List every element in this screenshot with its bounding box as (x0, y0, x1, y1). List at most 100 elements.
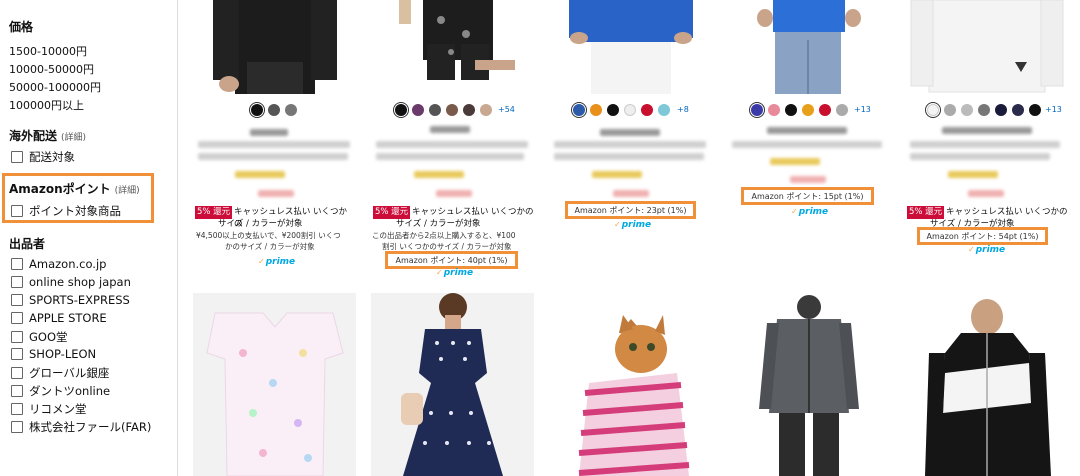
checkbox-icon[interactable] (11, 276, 23, 288)
color-swatch[interactable] (607, 104, 619, 116)
checkbox-icon[interactable] (11, 294, 23, 306)
checkbox-icon[interactable] (11, 312, 23, 324)
seller-checkbox[interactable]: APPLE STORE (11, 311, 107, 325)
amazon-points-detail-link[interactable]: (詳細) (115, 186, 140, 196)
cashless-promo: キャッシュレス払い いくつかの (412, 207, 534, 217)
price-range-4[interactable]: 100000円以上 (9, 97, 84, 113)
product-image[interactable] (727, 293, 890, 476)
more-colors-link[interactable]: +8 (677, 105, 689, 114)
checkbox-icon[interactable] (11, 385, 23, 397)
overseas-shipping-checkbox[interactable]: 配送対象 (11, 149, 75, 165)
checkbox-icon[interactable] (11, 367, 23, 379)
color-swatch[interactable] (573, 104, 585, 116)
product-image[interactable] (371, 0, 534, 94)
patterned-pants-image (399, 0, 515, 80)
checkbox-icon[interactable] (11, 205, 23, 217)
color-swatch[interactable] (995, 104, 1007, 116)
color-swatch[interactable] (641, 104, 653, 116)
seller-checkbox[interactable]: SPORTS-EXPRESS (11, 293, 130, 307)
seller-filter-title: 出品者 (9, 237, 46, 251)
overseas-detail-link[interactable]: (詳細) (61, 133, 86, 143)
color-swatches: +13 (927, 104, 1062, 118)
color-swatch[interactable] (751, 104, 763, 116)
color-swatch[interactable] (590, 104, 602, 116)
checkbox-icon[interactable] (11, 403, 23, 415)
points-eligible-checkbox[interactable]: ポイント対象商品 (11, 203, 121, 219)
price-blurred (613, 190, 649, 197)
color-swatches (251, 104, 311, 118)
color-swatch[interactable] (412, 104, 424, 116)
product-image[interactable] (905, 0, 1068, 94)
color-swatch[interactable] (785, 104, 797, 116)
color-swatch[interactable] (480, 104, 492, 116)
checkbox-icon[interactable] (11, 348, 23, 360)
color-swatch[interactable] (446, 104, 458, 116)
color-swatch[interactable] (836, 104, 848, 116)
seller-checkbox[interactable]: GOO堂 (11, 329, 68, 345)
seller-checkbox[interactable]: online shop japan (11, 275, 131, 289)
color-swatch[interactable] (429, 104, 441, 116)
color-swatch[interactable] (978, 104, 990, 116)
color-swatch[interactable] (768, 104, 780, 116)
price-range-2[interactable]: 10000-50000円 (9, 61, 94, 77)
seller-checkbox[interactable]: SHOP-LEON (11, 347, 96, 361)
product-image[interactable] (549, 0, 712, 94)
seller-checkbox[interactable]: Amazon.co.jp (11, 257, 106, 271)
checkbox-icon[interactable] (11, 421, 23, 433)
checkbox-icon[interactable] (11, 258, 23, 270)
brand-name-blurred (942, 127, 1032, 134)
product-title-blurred (376, 141, 528, 148)
seller-checkbox[interactable]: ダントツonline (11, 383, 110, 399)
color-swatch[interactable] (1012, 104, 1024, 116)
color-swatch[interactable] (251, 104, 263, 116)
price-range-3[interactable]: 50000-100000円 (9, 79, 101, 95)
brand-name-blurred (250, 129, 288, 136)
price-filter-title: 価格 (9, 20, 34, 34)
more-colors-link[interactable]: +13 (1045, 105, 1062, 114)
color-swatch[interactable] (1029, 104, 1041, 116)
color-swatches: +54 (395, 104, 525, 118)
price-blurred (968, 190, 1004, 197)
prime-badge: prime (258, 257, 295, 267)
amazon-points-label: Amazon ポイント: 54pt (1%) (926, 232, 1039, 241)
color-swatch[interactable] (927, 104, 939, 116)
more-colors-link[interactable]: +13 (854, 105, 871, 114)
color-swatch[interactable] (268, 104, 280, 116)
price-blurred (790, 176, 826, 183)
color-swatch[interactable] (802, 104, 814, 116)
seller-checkbox[interactable]: グローバル銀座 (11, 365, 109, 381)
rating-stars-blurred (235, 171, 285, 178)
product-title-blurred (198, 141, 350, 148)
price-blurred (436, 190, 472, 197)
color-swatch[interactable] (395, 104, 407, 116)
prime-badge: prime (614, 220, 651, 230)
checkbox-icon[interactable] (11, 151, 23, 163)
product-image[interactable] (905, 293, 1068, 476)
product-image[interactable] (193, 0, 356, 94)
price-range-1[interactable]: 1500-10000円 (9, 43, 87, 59)
color-swatch[interactable] (463, 104, 475, 116)
rating-stars-blurred (414, 171, 464, 178)
more-colors-link[interactable]: +54 (498, 105, 515, 114)
seller-checkbox[interactable]: 株式会社ファール(FAR) (11, 419, 151, 435)
product-image[interactable] (371, 293, 534, 476)
product-image[interactable] (549, 293, 712, 476)
color-swatch[interactable] (285, 104, 297, 116)
brand-name-blurred (767, 127, 847, 134)
color-swatch[interactable] (944, 104, 956, 116)
color-swatch[interactable] (624, 104, 636, 116)
brand-name-blurred (600, 129, 660, 136)
amazon-points-label: Amazon ポイント: 40pt (1%) (395, 256, 508, 265)
checkbox-icon[interactable] (11, 331, 23, 343)
color-swatch[interactable] (961, 104, 973, 116)
seller-checkbox[interactable]: リコメン堂 (11, 401, 87, 417)
product-image[interactable] (193, 293, 356, 476)
product-title-blurred (910, 141, 1060, 148)
color-swatch[interactable] (819, 104, 831, 116)
product-title-blurred (554, 153, 704, 160)
amazon-points-label: Amazon ポイント: 23pt (1%) (574, 206, 687, 215)
prime-badge: prime (968, 245, 1005, 255)
product-image[interactable] (727, 0, 890, 94)
cashless-promo: キャッシュレス払い いくつかの (946, 207, 1068, 217)
color-swatch[interactable] (658, 104, 670, 116)
